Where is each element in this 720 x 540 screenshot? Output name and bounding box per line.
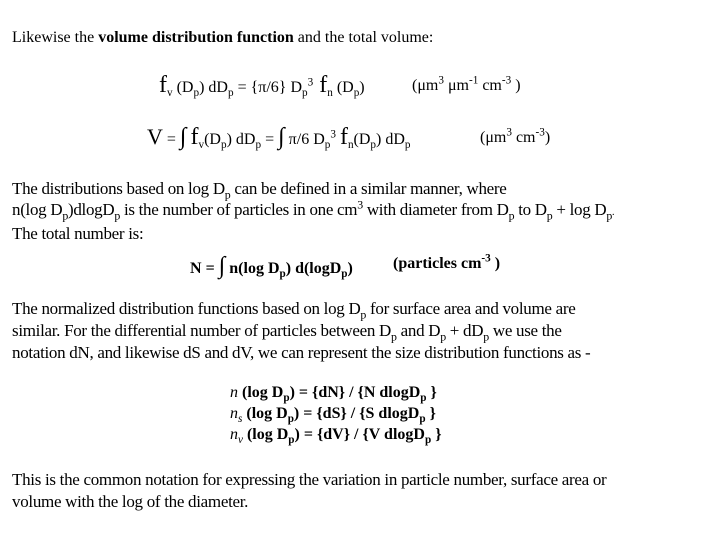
eq-text: π/6 D — [284, 131, 325, 148]
eq-symbol: V — [147, 124, 163, 149]
eq-text: ) = {dN} / {N dlogD — [289, 384, 421, 401]
eq-text: n(log D — [225, 260, 280, 277]
equation-volume-distribution-units: (μm3 μm-1 cm-3 ) — [412, 74, 521, 95]
eq-text: (D — [332, 79, 354, 96]
units-sup: -3 — [535, 126, 545, 139]
eq-symbol: n — [230, 384, 238, 401]
eq-text: = — [261, 131, 279, 148]
paragraph-line: The normalized distribution functions ba… — [12, 298, 590, 320]
text: )dlogD — [67, 200, 115, 219]
eq-text: } — [431, 426, 442, 443]
eq-symbol: f — [159, 72, 167, 98]
paragraph-log-distribution: The distributions based on log Dp can be… — [12, 178, 615, 244]
eq-text: (log D — [242, 405, 288, 422]
eq-text: ) — [347, 260, 353, 277]
eq-text: ) d(logD — [285, 260, 342, 277]
units-text: ) — [511, 77, 521, 94]
paragraph-line: The distributions based on log Dp can be… — [12, 178, 614, 200]
eq-text: } — [426, 384, 437, 401]
units-text: ) — [544, 129, 551, 146]
eq-symbol: n — [230, 405, 238, 422]
equation-total-volume: V = ∫ fv(Dp) dDp = ∫ π/6 Dp3 fn(Dp) dDp — [147, 124, 411, 151]
text: + log D — [552, 200, 607, 219]
eq-text: ) — [359, 79, 365, 96]
units-text: (μm — [412, 77, 439, 94]
eq-symbol: f — [190, 124, 199, 150]
normalized-equation-surface: ns (log Dp) = {dS} / {S dlogDp } — [230, 403, 442, 425]
text: to D — [514, 200, 547, 219]
eq-text: dD — [204, 79, 228, 96]
paragraph-line: This is the common notation for expressi… — [12, 470, 607, 489]
paragraph-line: n(log Dp)dlogDp is the number of particl… — [12, 198, 615, 223]
text: we use the — [488, 321, 562, 340]
units-sup: -3 — [501, 74, 512, 87]
eq-symbol: n — [230, 426, 238, 443]
intro-bold-term: volume distribution function — [98, 29, 294, 46]
eq-text: (log D — [238, 384, 284, 401]
eq-text: } — [425, 405, 436, 422]
intro-line: Likewise the volume distribution functio… — [12, 29, 433, 47]
eq-text: (D — [353, 131, 371, 148]
eq-text: = — [201, 260, 219, 277]
paragraph-line: volume with the log of the diameter. — [12, 492, 249, 511]
text: is the number of particles in one cm — [120, 200, 358, 219]
units-sup: -3 — [481, 252, 491, 265]
eq-symbol: N — [190, 260, 202, 277]
paragraph-normalized: The normalized distribution functions ba… — [12, 298, 591, 364]
eq-sup: 3 — [330, 128, 336, 141]
eq-sub: p — [302, 87, 308, 100]
units-text: cm — [511, 129, 536, 146]
eq-text: dD — [231, 131, 256, 148]
text: for surface area and volume are — [366, 299, 576, 318]
units-text: ) — [490, 255, 501, 272]
text: The normalized distribution functions ba… — [12, 299, 361, 318]
equation-total-volume-units: (μm3 cm-3) — [480, 126, 551, 147]
eq-text: dD — [381, 131, 405, 148]
text: similar. For the differential number of … — [12, 321, 392, 340]
intro-suffix: and the total volume: — [293, 29, 434, 46]
eq-symbol: f — [313, 72, 328, 98]
units-text: (particles cm — [393, 255, 482, 272]
text: . — [612, 207, 615, 218]
eq-text: ) = {dV} / {V dlogD — [294, 426, 425, 443]
eq-text: (D — [204, 131, 221, 148]
paragraph-line: notation dN, and likewise dS and dV, we … — [12, 343, 591, 362]
units-text: cm — [478, 77, 502, 94]
eq-text: ) = {dS} / {S dlogD — [293, 405, 420, 422]
equation-total-number-units: (particles cm-3 ) — [393, 252, 501, 273]
eq-symbol: f — [339, 124, 348, 150]
text: and D — [396, 321, 441, 340]
text: n(log D — [12, 200, 63, 219]
paragraph-line: similar. For the differential number of … — [12, 320, 590, 342]
text: can be defined in a similar manner, wher… — [230, 179, 507, 198]
units-sup: -1 — [468, 74, 479, 87]
text: with diameter from D — [362, 200, 509, 219]
normalized-equation-volume: nv (log Dp) = {dV} / {V dlogDp } — [230, 424, 442, 446]
equation-total-number: N = ∫ n(log Dp) d(logDp) — [190, 253, 353, 280]
intro-prefix: Likewise the — [12, 29, 99, 46]
normalized-equation-number: n (log Dp) = {dN} / {N dlogDp } — [230, 382, 442, 404]
paragraph-line: The total number is: — [12, 224, 144, 243]
eq-text: = {π/6} D — [233, 79, 303, 96]
text: + dD — [445, 321, 484, 340]
eq-text: (D — [172, 79, 194, 96]
units-text: μm — [443, 77, 469, 94]
eq-text: (log D — [242, 426, 289, 443]
eq-text: = — [162, 131, 180, 148]
integral-sign: ∫ — [278, 124, 285, 150]
eq-sub: p — [404, 139, 411, 152]
text: The distributions based on log D — [12, 179, 225, 198]
normalized-equations: n (log Dp) = {dN} / {N dlogDp } ns (log … — [230, 382, 442, 446]
equation-volume-distribution: fv (Dp) dDp = {π/6} Dp3 fn (Dp) — [159, 72, 365, 99]
units-text: (μm — [480, 129, 507, 146]
paragraph-conclusion: This is the common notation for expressi… — [12, 469, 607, 513]
integral-sign: ∫ — [179, 124, 187, 150]
